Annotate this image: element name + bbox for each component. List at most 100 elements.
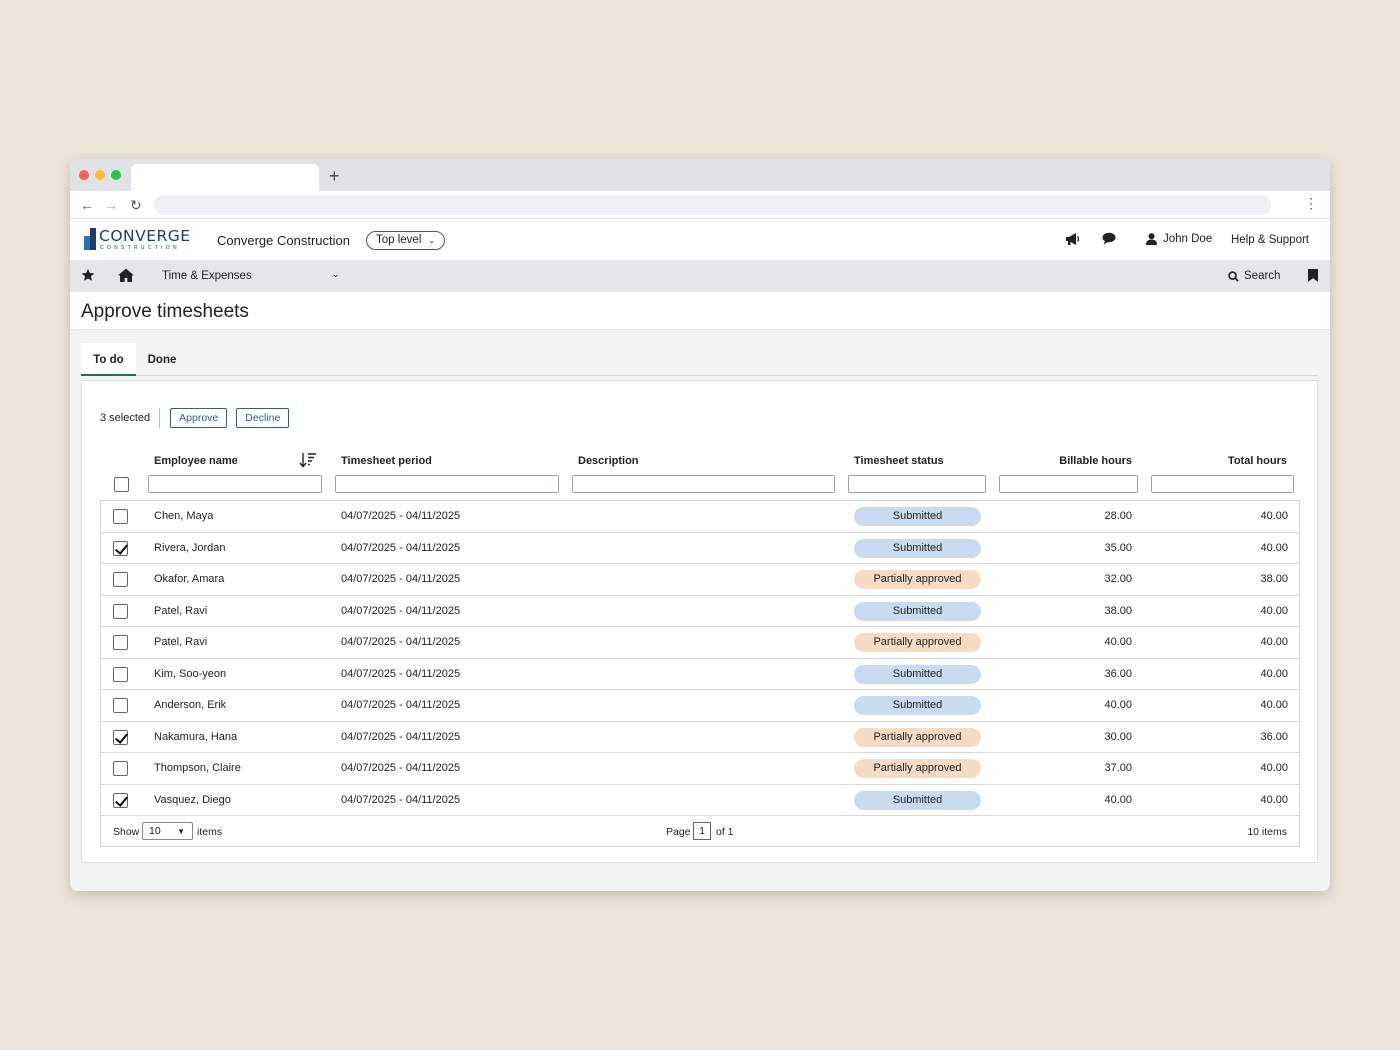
status-badge: Submitted [854, 601, 981, 621]
row-checkbox[interactable] [113, 761, 128, 776]
items-label: items [197, 826, 223, 838]
row-checkbox[interactable] [113, 603, 128, 619]
filter-employee-input[interactable] [148, 475, 322, 493]
module-title[interactable]: Time & Expenses [162, 270, 252, 282]
column-header-status[interactable]: Timesheet status [854, 455, 944, 467]
page-label: Page [666, 826, 691, 838]
table-row[interactable]: Thompson, Claire 04/07/2025 - 04/11/2025 P… [101, 753, 1299, 785]
period-cell: 04/07/2025 - 04/11/2025 [341, 510, 461, 522]
billable-hours-cell: 35.00 [1104, 541, 1132, 554]
filter-status-input[interactable] [848, 475, 986, 493]
browser-tab[interactable] [131, 164, 319, 191]
browser-window: + ← → ↻ ⋮ CONVERGE CONSTRUCTION Converge… [70, 159, 1330, 891]
period-cell: 04/07/2025 - 04/11/2025 [341, 604, 461, 617]
status-badge: Partially approved [854, 633, 981, 652]
filter-total-input[interactable] [1151, 475, 1294, 493]
page-title-bar: Approve timesheets [70, 292, 1330, 330]
row-checkbox[interactable] [113, 729, 128, 745]
column-header-description[interactable]: Description [578, 455, 639, 467]
maximize-window-button[interactable] [111, 170, 121, 180]
browser-menu-icon[interactable]: ⋮ [1304, 195, 1318, 212]
filter-billable-input[interactable] [999, 475, 1138, 493]
logo-text: CONVERGE [99, 227, 191, 245]
total-hours-cell: 40.00 [1260, 793, 1288, 806]
page-size-select[interactable]: 10 ▼ [142, 822, 193, 840]
chat-icon[interactable] [1102, 232, 1116, 245]
billable-hours-cell: 37.00 [1104, 762, 1132, 774]
row-checkbox[interactable] [113, 572, 128, 587]
table-row[interactable]: Kim, Soo-yeon 04/07/2025 - 04/11/2025 Subm… [101, 659, 1299, 690]
table-row[interactable]: Chen, Maya 04/07/2025 - 04/11/2025 Submitt… [101, 501, 1299, 533]
close-window-button[interactable] [79, 170, 89, 180]
approve-button[interactable]: Approve [170, 407, 228, 428]
browser-tabstrip: + [70, 159, 1330, 191]
chevron-down-icon[interactable]: ⌄ [332, 269, 340, 280]
new-tab-icon[interactable]: + [329, 164, 340, 188]
user-icon [1146, 233, 1157, 245]
module-navbar: Time & Expenses ⌄ Search [70, 261, 1330, 292]
table-row[interactable]: Vasquez, Diego 04/07/2025 - 04/11/2025 Sub… [101, 785, 1299, 816]
sort-descending-icon[interactable] [299, 451, 317, 469]
reload-icon[interactable]: ↻ [130, 196, 142, 214]
employee-name-cell: Anderson, Erik [154, 699, 227, 711]
column-header-billable[interactable]: Billable hours [1002, 455, 1132, 467]
logo-subtext: CONSTRUCTION [100, 245, 180, 251]
row-checkbox[interactable] [113, 540, 128, 556]
period-cell: 04/07/2025 - 04/11/2025 [341, 573, 461, 585]
page-number-input[interactable]: 1 [693, 822, 711, 840]
minimize-window-button[interactable] [95, 170, 105, 180]
search-icon [1228, 270, 1239, 282]
row-checkbox[interactable] [113, 792, 128, 808]
back-icon[interactable]: ← [80, 196, 94, 214]
bookmark-icon[interactable] [1308, 269, 1318, 282]
tab-done[interactable]: Done [136, 343, 188, 376]
column-header-period[interactable]: Timesheet period [341, 455, 432, 467]
table-pager: Show 10 ▼ items Page 1 of 1 10 items [101, 816, 1299, 847]
select-all-checkbox[interactable] [114, 477, 129, 492]
url-field[interactable] [154, 195, 1271, 215]
show-label: Show [113, 826, 140, 838]
table-row[interactable]: Patel, Ravi 04/07/2025 - 04/11/2025 Submit… [101, 596, 1299, 627]
table-row[interactable]: Nakamura, Hana 04/07/2025 - 04/11/2025 Par… [101, 722, 1299, 753]
column-header-employee[interactable]: Employee name [154, 455, 238, 467]
app-header: CONVERGE CONSTRUCTION Converge Construct… [70, 219, 1330, 261]
company-logo[interactable]: CONVERGE CONSTRUCTION [84, 228, 191, 251]
tab-to-do[interactable]: To do [81, 343, 136, 376]
total-hours-cell: 40.00 [1260, 667, 1288, 680]
total-hours-cell: 40.00 [1260, 699, 1288, 711]
table-row[interactable]: Okafor, Amara 04/07/2025 - 04/11/2025 Part… [101, 564, 1299, 596]
home-icon[interactable] [118, 268, 134, 282]
row-checkbox[interactable] [113, 698, 128, 713]
row-checkbox[interactable] [113, 635, 128, 650]
employee-name-cell: Okafor, Amara [154, 573, 225, 585]
table-row[interactable]: Anderson, Erik 04/07/2025 - 04/11/2025 Sub… [101, 690, 1299, 722]
search-button[interactable]: Search [1228, 270, 1280, 282]
table-row[interactable]: Patel, Ravi 04/07/2025 - 04/11/2025 Partia… [101, 627, 1299, 659]
company-name: Converge Construction [217, 233, 350, 248]
column-header-total[interactable]: Total hours [1152, 455, 1287, 467]
row-checkbox[interactable] [113, 666, 128, 682]
filter-period-input[interactable] [335, 475, 559, 493]
bulk-action-toolbar: 3 selected Approve Decline [100, 407, 290, 428]
billable-hours-cell: 40.00 [1104, 636, 1132, 648]
status-badge: Submitted [854, 507, 981, 526]
favorites-star-icon[interactable] [81, 268, 95, 282]
level-dropdown[interactable]: Top level ⌄ [366, 231, 446, 250]
filter-description-input[interactable] [572, 475, 835, 493]
billable-hours-cell: 32.00 [1104, 573, 1132, 585]
status-badge: Submitted [854, 664, 981, 684]
table-row[interactable]: Rivera, Jordan 04/07/2025 - 04/11/2025 Sub… [101, 533, 1299, 564]
billable-hours-cell: 36.00 [1104, 667, 1132, 680]
decline-button[interactable]: Decline [236, 407, 290, 428]
help-support-link[interactable]: Help & Support [1231, 234, 1309, 246]
megaphone-icon[interactable] [1065, 232, 1080, 246]
total-hours-cell: 40.00 [1260, 541, 1288, 554]
row-checkbox[interactable] [113, 509, 128, 524]
page-size-value: 10 [149, 825, 161, 837]
user-menu[interactable]: John Doe [1146, 233, 1212, 245]
total-hours-cell: 40.00 [1260, 510, 1288, 522]
forward-icon[interactable]: → [104, 196, 118, 214]
employee-name-cell: Vasquez, Diego [154, 793, 231, 806]
total-items-label: 10 items [1247, 826, 1287, 838]
period-cell: 04/07/2025 - 04/11/2025 [341, 699, 461, 711]
